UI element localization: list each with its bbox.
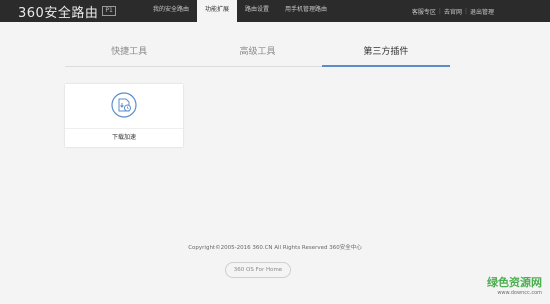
nav-feature-extension[interactable]: 功能扩展	[197, 0, 238, 22]
separator: |	[438, 7, 441, 15]
nav-my-router[interactable]: 我的安全路由	[145, 0, 197, 22]
customer-service-link[interactable]: 客服专区	[412, 7, 436, 16]
watermark: 绿色资源网 www.downcc.com	[487, 274, 542, 296]
model-badge: P1	[102, 6, 116, 16]
nav-router-settings[interactable]: 路由设置	[237, 0, 277, 22]
plugin-label: 下载加速	[111, 134, 136, 141]
top-right-links: 客服专区 | 去官网 | 退出管理	[412, 0, 494, 22]
logo-text: 360安全路由	[18, 5, 99, 21]
watermark-title: 绿色资源网	[487, 276, 542, 289]
card-divider	[65, 128, 183, 129]
main-nav: 我的安全路由 功能扩展 路由设置 用手机管理路由	[145, 0, 335, 22]
logout-link[interactable]: 退出管理	[470, 7, 494, 16]
tab-quick-tools[interactable]: 快捷工具	[65, 40, 193, 66]
separator: |	[464, 7, 467, 15]
tab-third-party-plugins[interactable]: 第三方插件	[321, 40, 451, 67]
watermark-url: www.downcc.com	[497, 290, 542, 296]
top-bar: 360安全路由 P1 我的安全路由 功能扩展 路由设置 用手机管理路由 客服专区…	[0, 0, 550, 22]
copyright-text: Copyright©2005-2016 360.CN All Rights Re…	[188, 245, 362, 251]
os-for-home-button[interactable]: 360 OS For Home	[225, 262, 291, 278]
download-accelerate-icon	[111, 92, 137, 118]
tab-advanced-tools[interactable]: 高级工具	[193, 40, 321, 66]
plugin-card-download-accelerate[interactable]: 下载加速	[65, 84, 183, 147]
official-site-link[interactable]: 去官网	[444, 7, 462, 16]
router-logo[interactable]: 360安全路由 P1	[18, 3, 116, 21]
tool-tabs: 快捷工具 高级工具 第三方插件	[65, 40, 451, 67]
nav-mobile-management[interactable]: 用手机管理路由	[277, 0, 335, 22]
